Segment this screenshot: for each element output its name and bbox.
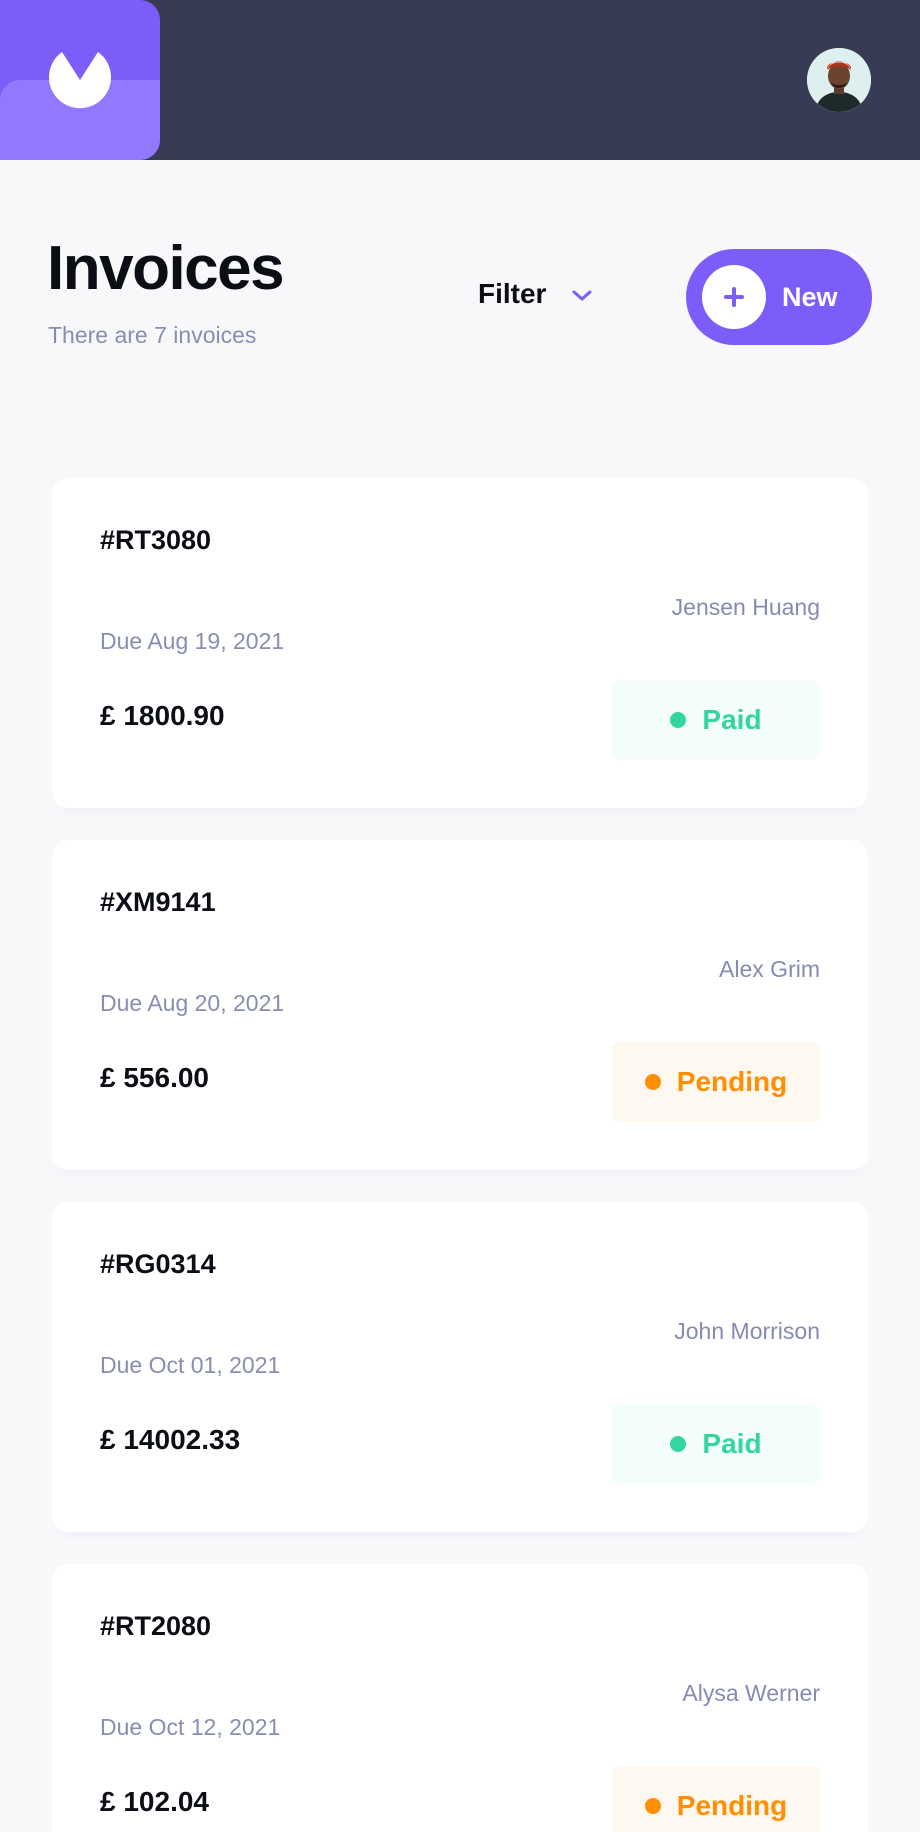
status-label: Paid: [702, 704, 762, 735]
invoice-card[interactable]: #XM9141 Alex Grim Due Aug 20, 2021 £ 556…: [52, 840, 868, 1170]
client-name: Alysa Werner: [682, 1680, 820, 1706]
app-logo[interactable]: [0, 0, 160, 160]
status-dot-icon: [644, 1074, 661, 1090]
status-label: Pending: [676, 1790, 788, 1821]
invoice-card[interactable]: #RG0314 John Morrison Due Oct 01, 2021 £…: [52, 1202, 868, 1532]
new-invoice-button[interactable]: New: [686, 249, 872, 345]
app-logo-icon: [49, 52, 111, 109]
status-badge: Paid: [612, 1404, 820, 1484]
client-name: Alex Grim: [719, 956, 820, 982]
page-title: Invoices: [47, 234, 285, 303]
chevron-down-icon: [572, 290, 592, 301]
filter-label: Filter: [478, 278, 547, 309]
invoice-id: #XM9141: [100, 887, 216, 917]
client-name: John Morrison: [674, 1318, 820, 1344]
status-dot-icon: [670, 712, 687, 728]
invoice-id: #RT2080: [100, 1611, 212, 1641]
status-label: Paid: [702, 1428, 762, 1459]
top-bar: [0, 0, 920, 160]
invoice-amount: £ 14002.33: [100, 1424, 241, 1455]
status-label: Pending: [676, 1066, 788, 1097]
due-date: Due Aug 20, 2021: [100, 990, 285, 1016]
status-badge: Pending: [612, 1042, 820, 1122]
invoice-card[interactable]: #RT2080 Alysa Werner Due Oct 12, 2021 £ …: [52, 1564, 868, 1832]
due-date: Due Aug 19, 2021: [100, 628, 285, 654]
status-badge: Paid: [612, 680, 820, 760]
filter-dropdown[interactable]: Filter: [478, 276, 592, 312]
user-avatar[interactable]: [807, 48, 871, 112]
invoice-amount: £ 556.00: [100, 1062, 209, 1093]
invoice-card[interactable]: #RT3080 Jensen Huang Due Aug 19, 2021 £ …: [52, 478, 868, 808]
due-date: Due Oct 01, 2021: [100, 1352, 281, 1378]
due-date: Due Oct 12, 2021: [100, 1714, 281, 1740]
status-badge: Pending: [612, 1766, 820, 1832]
status-dot-icon: [644, 1798, 661, 1814]
plus-icon: [702, 265, 766, 329]
invoice-id: #RT3080: [100, 525, 212, 555]
client-name: Jensen Huang: [671, 594, 820, 620]
invoice-id: #RG0314: [100, 1249, 216, 1279]
new-button-label: New: [782, 281, 838, 312]
invoice-amount: £ 1800.90: [100, 700, 225, 731]
invoice-amount: £ 102.04: [100, 1786, 209, 1817]
avatar-image: [807, 48, 871, 112]
status-dot-icon: [670, 1436, 687, 1452]
invoice-count: There are 7 invoices: [48, 322, 257, 348]
